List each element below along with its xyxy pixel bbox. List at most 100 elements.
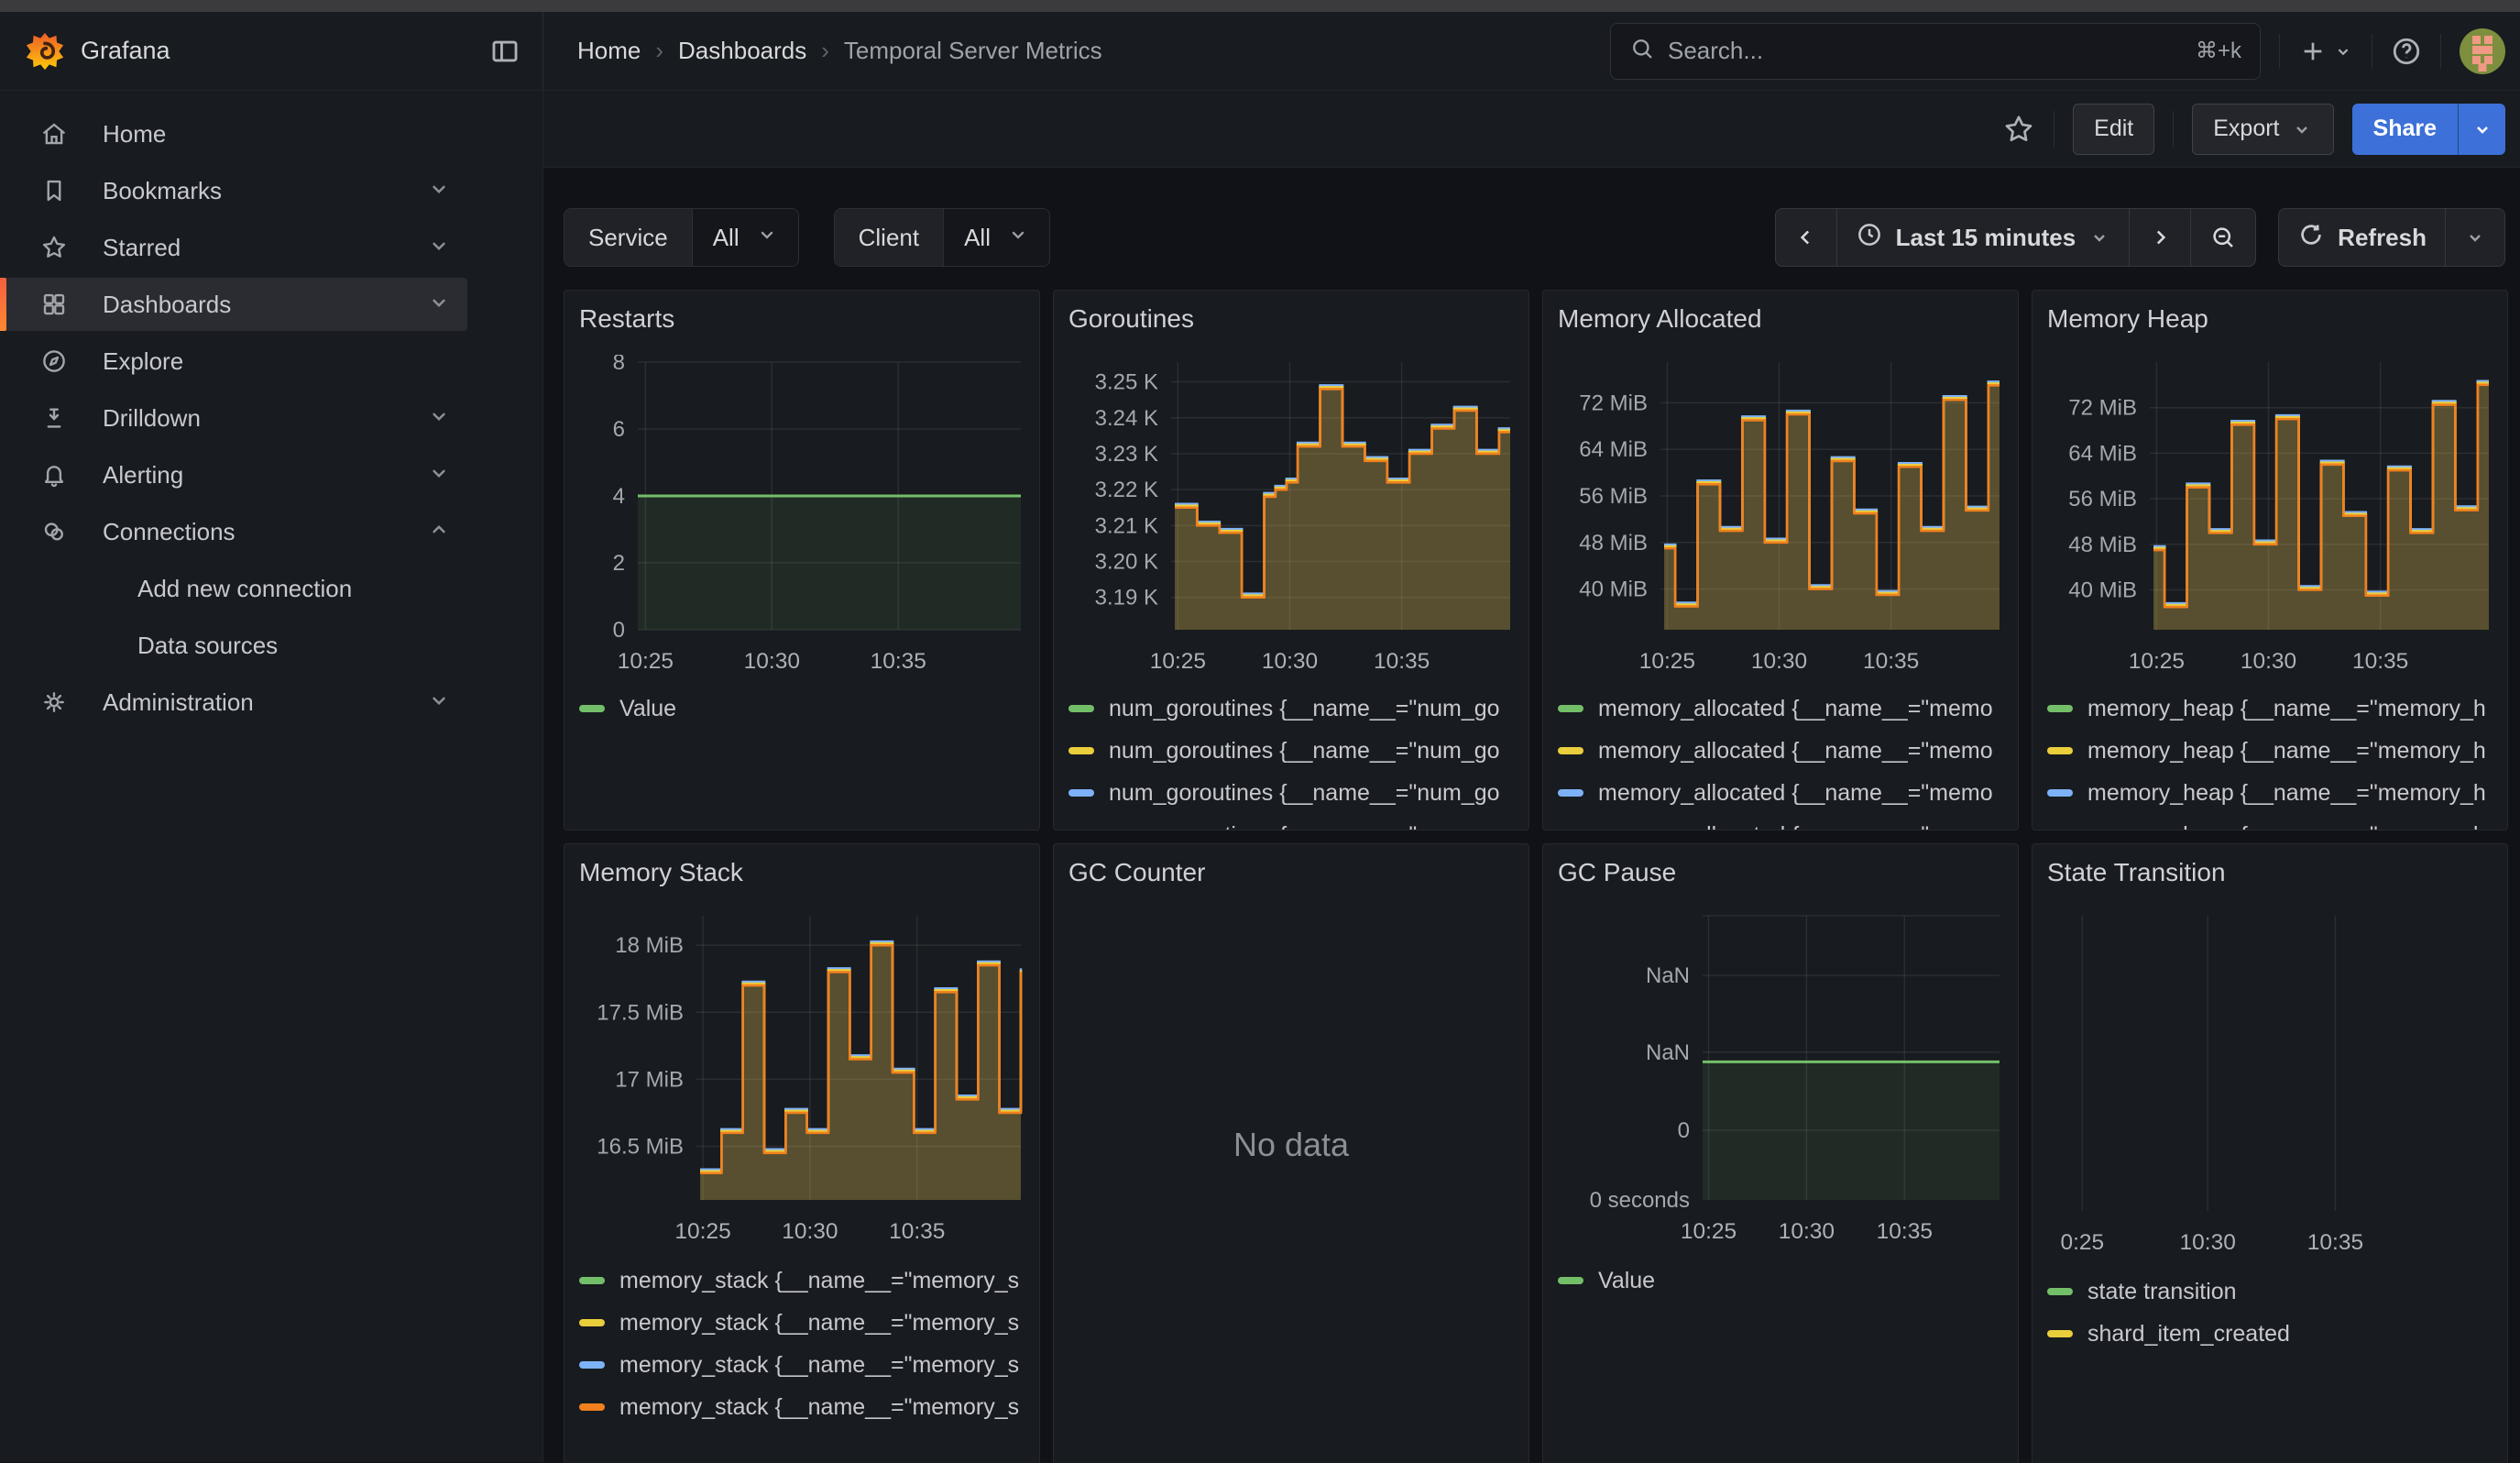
legend-item[interactable]: memory_heap {__name__="memory_h — [2047, 688, 2493, 730]
legend-item[interactable]: state transition — [2047, 1270, 2493, 1313]
legend: Value — [579, 688, 1024, 730]
sidebar-item-add-new-connection[interactable]: Add new connection — [0, 562, 467, 615]
chevron-down-icon[interactable] — [427, 688, 451, 717]
export-button[interactable]: Export — [2192, 104, 2333, 155]
breadcrumb-item-home[interactable]: Home — [577, 37, 641, 65]
svg-text:16.5 MiB: 16.5 MiB — [597, 1135, 684, 1160]
refresh-group: Refresh — [2278, 208, 2505, 267]
legend: num_goroutines {__name__="num_gonum_goro… — [1068, 688, 1514, 830]
legend-item[interactable]: memory_allocated {__name__="memo — [1558, 772, 2003, 814]
legend-item[interactable]: memory_heap {__name__="memory_h — [2047, 772, 2493, 814]
sidebar-item-alerting[interactable]: Alerting — [0, 448, 467, 501]
svg-text:10:25: 10:25 — [1681, 1219, 1737, 1244]
legend-swatch — [579, 1277, 605, 1284]
legend-label: memory_heap {__name__="memory_h — [2087, 822, 2486, 831]
sidebar-item-bookmarks[interactable]: Bookmarks — [0, 164, 467, 217]
svg-text:17.5 MiB: 17.5 MiB — [597, 1000, 684, 1025]
chevron-up-icon[interactable] — [427, 518, 451, 546]
legend-item[interactable]: Value — [1558, 1260, 2003, 1302]
variable-value-dropdown[interactable]: All — [693, 209, 798, 266]
legend-item[interactable]: memory_stack {__name__="memory_s — [579, 1386, 1024, 1428]
svg-text:56 MiB: 56 MiB — [1579, 484, 1648, 509]
legend-item[interactable]: memory_allocated {__name__="memo — [1558, 814, 2003, 830]
legend-label: num_goroutines {__name__="num_go — [1109, 780, 1500, 807]
legend-item[interactable]: num_goroutines {__name__="num_go — [1068, 814, 1514, 830]
legend-item[interactable]: shard_item_created — [2047, 1313, 2493, 1355]
legend-item[interactable]: memory_allocated {__name__="memo — [1558, 688, 2003, 730]
panel-memory-heap: Memory Heap72 MiB64 MiB56 MiB48 MiB40 Mi… — [2032, 290, 2508, 830]
search-box[interactable]: ⌘+k — [1610, 23, 2261, 80]
legend-item[interactable]: memory_stack {__name__="memory_s — [579, 1344, 1024, 1386]
chevron-down-icon[interactable] — [427, 404, 451, 433]
svg-text:0: 0 — [613, 618, 625, 643]
legend-label: state transition — [2087, 1279, 2237, 1305]
sidebar-item-drilldown[interactable]: Drilldown — [0, 391, 467, 445]
legend-swatch — [2047, 705, 2073, 712]
panel-grid: Restarts8642010:2510:3010:35ValueGorouti… — [564, 290, 2520, 1463]
panel-title[interactable]: State Transition — [2047, 857, 2493, 888]
legend-label: memory_stack {__name__="memory_s — [619, 1268, 1019, 1294]
add-new-button[interactable] — [2298, 37, 2353, 66]
panel-gc-counter: GC CounterNo data — [1053, 843, 1529, 1463]
sidebar-item-dashboards[interactable]: Dashboards — [0, 278, 467, 331]
legend-item[interactable]: memory_heap {__name__="memory_h — [2047, 814, 2493, 830]
chevron-down-icon[interactable] — [427, 461, 451, 490]
sidebar-item-starred[interactable]: Starred — [0, 221, 467, 274]
sidebar-item-home[interactable]: Home — [0, 107, 467, 160]
star-icon — [40, 234, 68, 261]
sidebar-item-data-sources[interactable]: Data sources — [0, 619, 467, 672]
chevron-down-icon[interactable] — [427, 291, 451, 319]
panel-title[interactable]: Memory Heap — [2047, 303, 2493, 335]
legend-item[interactable]: memory_stack {__name__="memory_s — [579, 1260, 1024, 1302]
legend-label: memory_stack {__name__="memory_s — [619, 1352, 1019, 1379]
zoom-out-button[interactable] — [2191, 209, 2255, 266]
favorite-star-icon[interactable] — [2002, 113, 2035, 146]
chevron-down-icon[interactable] — [427, 234, 451, 262]
search-input[interactable] — [1668, 37, 2196, 65]
time-range-picker[interactable]: Last 15 minutes — [1837, 209, 2131, 266]
variable-value-dropdown[interactable]: All — [944, 209, 1049, 266]
svg-text:10:30: 10:30 — [1262, 649, 1318, 674]
zoom-out-icon — [2209, 224, 2237, 251]
panel-title[interactable]: Restarts — [579, 303, 1024, 335]
breadcrumb-item-dashboards[interactable]: Dashboards — [678, 37, 806, 65]
edit-button[interactable]: Edit — [2073, 104, 2154, 155]
sidebar-item-administration[interactable]: Administration — [0, 676, 467, 729]
time-forward-button[interactable] — [2130, 209, 2191, 266]
svg-text:3.25 K: 3.25 K — [1095, 370, 1158, 395]
refresh-interval-caret[interactable] — [2446, 209, 2504, 266]
chevron-down-icon[interactable] — [427, 177, 451, 205]
help-icon[interactable] — [2391, 36, 2422, 67]
grafana-logo-icon[interactable] — [24, 30, 66, 72]
refresh-button[interactable]: Refresh — [2279, 209, 2446, 266]
legend-swatch — [2047, 747, 2073, 754]
panel-title[interactable]: Memory Allocated — [1558, 303, 2003, 335]
panel-title[interactable]: GC Counter — [1068, 857, 1514, 888]
legend-item[interactable]: num_goroutines {__name__="num_go — [1068, 772, 1514, 814]
legend-swatch — [2047, 789, 2073, 797]
svg-text:10:35: 10:35 — [1877, 1219, 1933, 1244]
legend-item[interactable]: num_goroutines {__name__="num_go — [1068, 730, 1514, 772]
legend-item[interactable]: Value — [579, 688, 1024, 730]
panel-title[interactable]: Memory Stack — [579, 857, 1024, 888]
user-avatar[interactable] — [2460, 28, 2505, 74]
svg-text:0:25: 0:25 — [2060, 1230, 2104, 1255]
divider — [2279, 34, 2280, 69]
sidebar-toggle-icon[interactable] — [489, 36, 520, 67]
svg-text:40 MiB: 40 MiB — [2068, 578, 2137, 603]
panel-title[interactable]: GC Pause — [1558, 857, 2003, 888]
chart-memory-stack: 18 MiB17.5 MiB17 MiB16.5 MiB10:2510:3010… — [579, 908, 1024, 1254]
sidebar-item-connections[interactable]: Connections — [0, 505, 467, 558]
legend-item[interactable]: num_goroutines {__name__="num_go — [1068, 688, 1514, 730]
sidebar-item-explore[interactable]: Explore — [0, 335, 467, 388]
sidebar-item-label: Dashboards — [103, 291, 231, 319]
legend-item[interactable]: memory_stack {__name__="memory_s — [579, 1302, 1024, 1344]
share-button[interactable]: Share — [2352, 104, 2458, 155]
share-dropdown-caret[interactable] — [2458, 104, 2505, 155]
legend-item[interactable]: memory_allocated {__name__="memo — [1558, 730, 2003, 772]
svg-text:3.19 K: 3.19 K — [1095, 586, 1158, 610]
panel-title[interactable]: Goroutines — [1068, 303, 1514, 335]
time-back-button[interactable] — [1776, 209, 1837, 266]
legend-item[interactable]: memory_heap {__name__="memory_h — [2047, 730, 2493, 772]
sidebar-item-label: Explore — [103, 347, 183, 376]
